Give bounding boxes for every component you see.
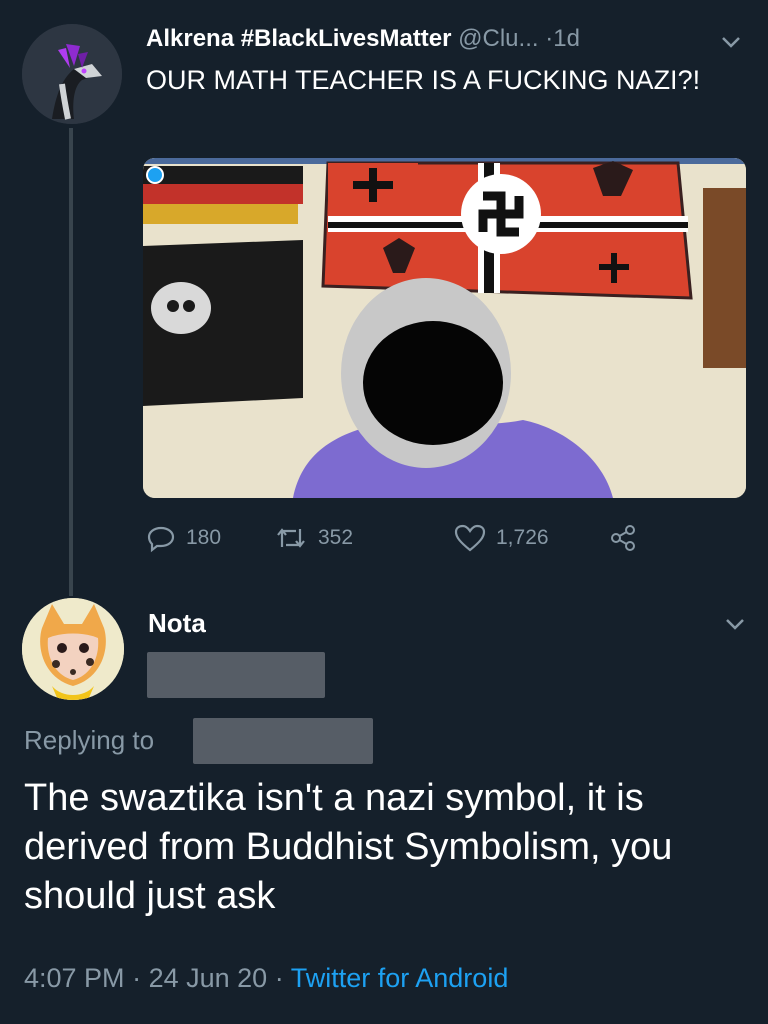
reply-meta: 4:07 PM · 24 Jun 20 · Twitter for Androi… [24,960,508,996]
tweet-media-image[interactable] [143,158,746,498]
like-count: 1,726 [496,526,549,549]
share-action[interactable] [608,518,638,558]
reply-action[interactable]: 180 [146,518,221,558]
tweet-time[interactable]: 1d [553,25,580,52]
reply-author-display-name[interactable]: Nota [148,606,206,640]
reply-time: 4:07 PM [24,963,125,993]
share-icon [611,525,635,551]
like-icon [454,524,486,552]
redacted-handle [147,652,325,698]
client-link[interactable]: Twitter for Android [291,963,509,993]
tweet-header: Alkrena #BlackLivesMatter @Clu... ·1d [146,22,580,56]
retweet-icon [277,528,305,548]
like-action[interactable]: 1,726 [454,518,549,558]
retweet-action[interactable]: 352 [274,518,353,558]
reply-count: 180 [186,526,222,549]
thread-connector-line [69,128,73,596]
meta-separator: · [274,963,284,993]
media-photo [143,158,746,498]
author-handle[interactable]: @Clu... [458,25,538,52]
redacted-replying-to-handle[interactable] [193,718,373,764]
author-avatar[interactable] [22,24,122,124]
reply-icon [147,526,175,553]
reply-text: The swaztika isn't a nazi symbol, it is … [24,777,673,917]
chevron-down-icon[interactable] [720,612,750,636]
retweet-count: 352 [318,526,354,549]
reply-author-avatar[interactable] [22,598,124,700]
reply-date: 24 Jun 20 [148,963,268,993]
author-display-name[interactable]: Alkrena #BlackLivesMatter [146,25,451,52]
chevron-down-icon[interactable] [716,30,746,54]
replying-to-label: Replying to [24,725,155,755]
meta-separator: · [132,963,142,993]
cat-avatar-image [22,598,124,700]
dragon-avatar-image [22,24,122,124]
tweet-text: OUR MATH TEACHER IS A FUCKING NAZI?! [146,65,701,95]
